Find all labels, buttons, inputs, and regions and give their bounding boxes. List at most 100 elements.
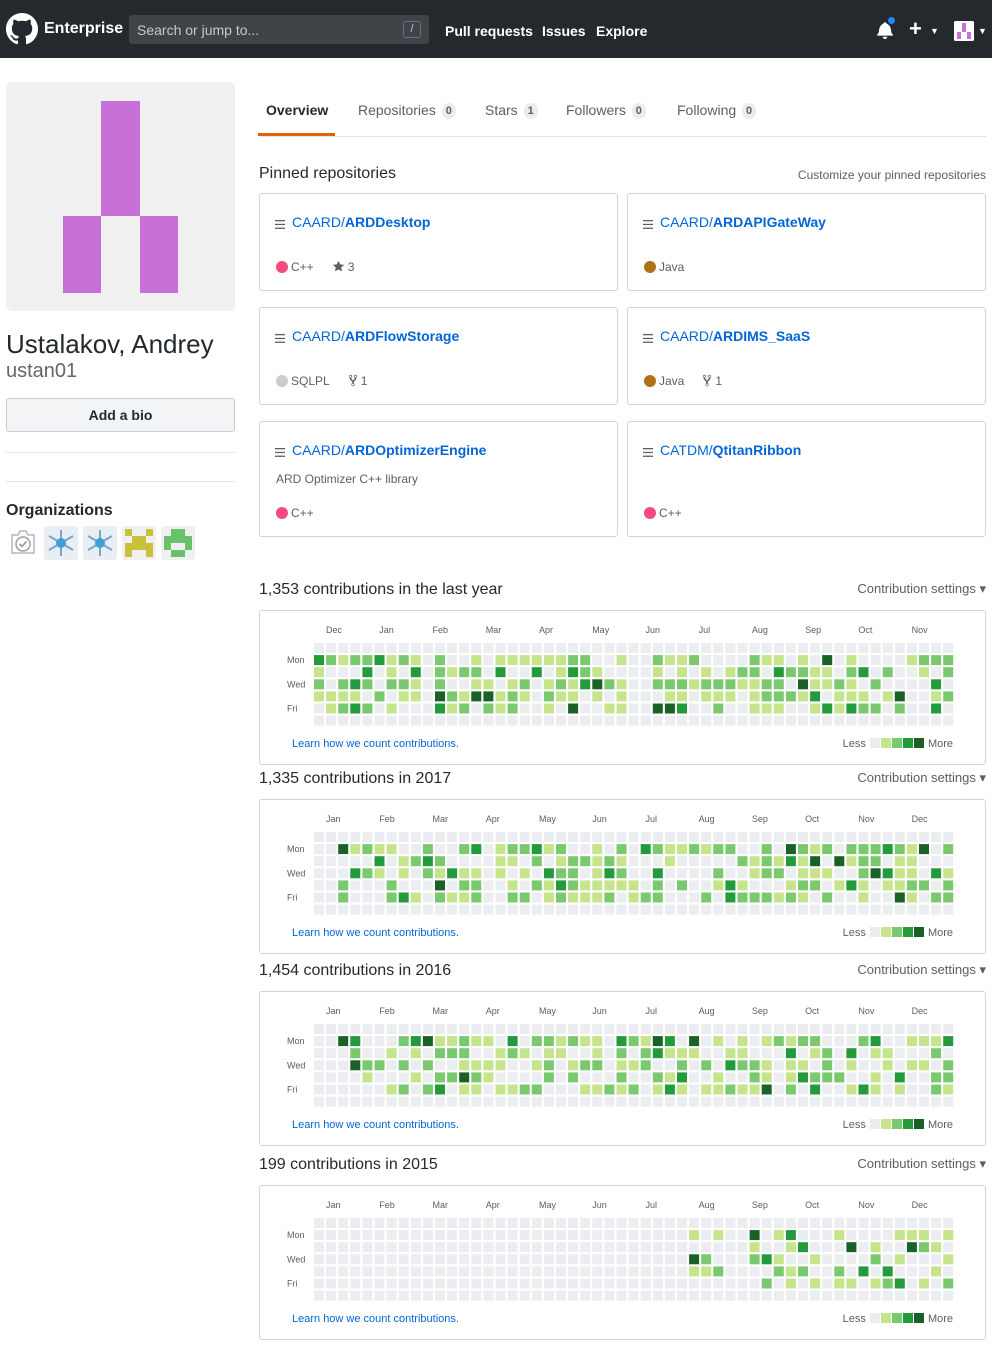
contribution-day[interactable] (447, 868, 458, 879)
learn-contributions-link[interactable]: Learn how we count contributions. (292, 738, 459, 750)
contribution-day[interactable] (616, 1060, 627, 1071)
contribution-day[interactable] (931, 904, 942, 915)
contribution-day[interactable] (326, 1036, 337, 1047)
contribution-day[interactable] (761, 868, 772, 879)
contribution-day[interactable] (664, 1290, 675, 1301)
contribution-day[interactable] (798, 1072, 808, 1083)
contribution-day[interactable] (652, 1290, 663, 1301)
contribution-day[interactable] (919, 691, 929, 702)
contribution-day[interactable] (326, 1230, 337, 1241)
contribution-day[interactable] (362, 1024, 373, 1034)
contribution-day[interactable] (471, 1242, 482, 1253)
contribution-day[interactable] (677, 1266, 687, 1277)
contribution-day[interactable] (471, 1218, 482, 1228)
contribution-day[interactable] (483, 880, 494, 891)
contribution-day[interactable] (350, 892, 361, 903)
contribution-day[interactable] (761, 1084, 772, 1095)
contribution-day[interactable] (592, 1278, 603, 1289)
contribution-day[interactable] (398, 703, 409, 714)
contribution-day[interactable] (374, 1218, 385, 1228)
contribution-day[interactable] (652, 868, 663, 879)
contribution-day[interactable] (350, 679, 361, 690)
contribution-day[interactable] (459, 655, 470, 666)
contribution-day[interactable] (858, 1254, 869, 1265)
contribution-day[interactable] (943, 832, 954, 842)
contribution-day[interactable] (338, 691, 349, 702)
contribution-day[interactable] (785, 643, 796, 653)
contribution-day[interactable] (664, 1084, 675, 1095)
contribution-day[interactable] (906, 844, 917, 855)
contribution-day[interactable] (507, 1266, 518, 1277)
contribution-day[interactable] (846, 1084, 857, 1095)
contribution-day[interactable] (919, 1254, 929, 1265)
contribution-day[interactable] (362, 1036, 373, 1047)
contribution-day[interactable] (543, 868, 554, 879)
contribution-day[interactable] (556, 856, 566, 867)
contribution-day[interactable] (713, 832, 724, 842)
contribution-day[interactable] (507, 1036, 518, 1047)
contribution-day[interactable] (483, 1096, 494, 1107)
contribution-day[interactable] (846, 655, 857, 666)
contribution-day[interactable] (943, 1084, 954, 1095)
contribution-day[interactable] (314, 1290, 324, 1301)
contribution-day[interactable] (531, 715, 542, 726)
contribution-day[interactable] (689, 667, 700, 678)
contribution-day[interactable] (882, 844, 893, 855)
contribution-day[interactable] (374, 715, 385, 726)
contribution-day[interactable] (931, 1060, 942, 1071)
contribution-day[interactable] (773, 1060, 784, 1071)
contribution-day[interactable] (894, 691, 905, 702)
contribution-day[interactable] (592, 703, 603, 714)
contribution-day[interactable] (846, 1048, 857, 1059)
contribution-day[interactable] (447, 904, 458, 915)
contribution-day[interactable] (314, 868, 324, 879)
contribution-day[interactable] (314, 1266, 324, 1277)
contribution-day[interactable] (725, 1290, 736, 1301)
contribution-day[interactable] (495, 868, 506, 879)
contribution-day[interactable] (483, 1084, 494, 1095)
contribution-day[interactable] (604, 1242, 615, 1253)
contribution-day[interactable] (507, 1242, 518, 1253)
contribution-day[interactable] (543, 655, 554, 666)
contribution-day[interactable] (459, 892, 470, 903)
contribution-day[interactable] (362, 1048, 373, 1059)
contribution-day[interactable] (422, 679, 433, 690)
contribution-day[interactable] (870, 1096, 881, 1107)
contribution-day[interactable] (725, 691, 736, 702)
contribution-day[interactable] (459, 856, 470, 867)
contribution-day[interactable] (919, 679, 929, 690)
contribution-day[interactable] (471, 1048, 482, 1059)
contribution-day[interactable] (556, 1218, 566, 1228)
contribution-day[interactable] (507, 667, 518, 678)
org-avatar-snowflake-icon[interactable] (44, 526, 78, 560)
contribution-day[interactable] (919, 1242, 929, 1253)
contribution-day[interactable] (943, 1290, 954, 1301)
contribution-day[interactable] (410, 1036, 421, 1047)
contribution-day[interactable] (435, 832, 445, 842)
contribution-day[interactable] (519, 1218, 530, 1228)
contribution-day[interactable] (507, 703, 518, 714)
contribution-day[interactable] (471, 1096, 482, 1107)
contribution-day[interactable] (870, 1048, 881, 1059)
contribution-day[interactable] (507, 655, 518, 666)
contribution-day[interactable] (749, 703, 760, 714)
contribution-day[interactable] (761, 1254, 772, 1265)
contribution-day[interactable] (773, 1024, 784, 1034)
contribution-day[interactable] (749, 1036, 760, 1047)
contribution-day[interactable] (326, 703, 337, 714)
contribution-day[interactable] (580, 1036, 591, 1047)
contribution-day[interactable] (350, 1024, 361, 1034)
contribution-day[interactable] (543, 679, 554, 690)
contribution-day[interactable] (435, 643, 445, 653)
contribution-day[interactable] (701, 703, 712, 714)
contribution-day[interactable] (580, 655, 591, 666)
contribution-day[interactable] (737, 703, 748, 714)
contribution-day[interactable] (834, 679, 845, 690)
contribution-day[interactable] (459, 667, 470, 678)
contribution-day[interactable] (761, 904, 772, 915)
contribution-day[interactable] (822, 1218, 833, 1228)
contribution-day[interactable] (846, 1096, 857, 1107)
contribution-day[interactable] (338, 1084, 349, 1095)
contribution-day[interactable] (822, 1242, 833, 1253)
contribution-day[interactable] (701, 832, 712, 842)
